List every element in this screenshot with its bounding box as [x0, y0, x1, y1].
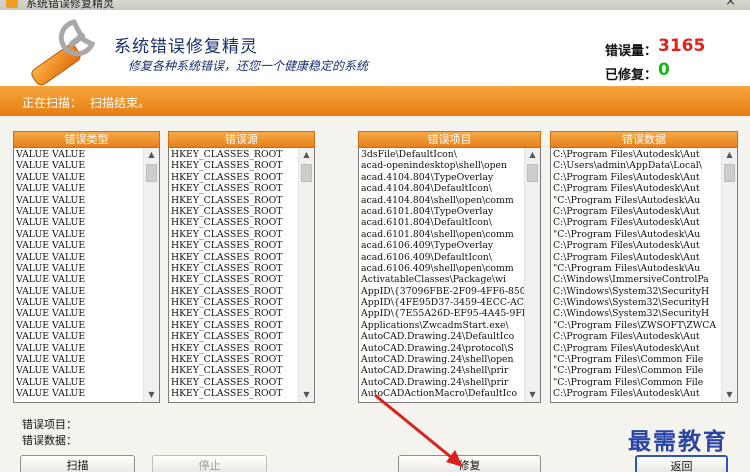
watermark-text: 最需教育	[628, 428, 728, 455]
annotation-arrow-icon	[374, 394, 463, 467]
